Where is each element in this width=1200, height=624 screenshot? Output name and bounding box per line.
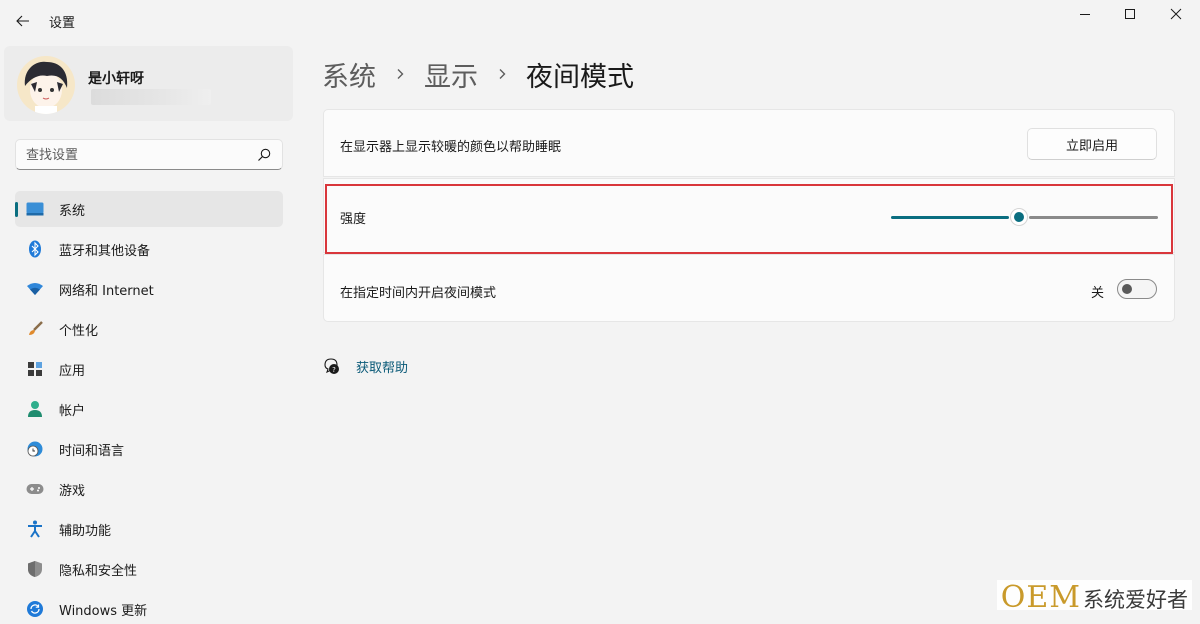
sidebar-item-label: 帐户 xyxy=(59,403,86,419)
close-button[interactable] xyxy=(1163,4,1189,24)
sidebar-item-label: 系统 xyxy=(59,203,86,219)
apps-icon xyxy=(25,359,45,379)
user-email-redacted xyxy=(91,89,211,105)
sidebar-nav: 系统 蓝牙和其他设备 网络和 Internet 个性化 应用 帐户 时间和语言 … xyxy=(15,191,283,624)
brush-icon xyxy=(25,319,45,339)
sidebar-item-label: 网络和 Internet xyxy=(59,283,154,299)
user-name: 是小轩呀 xyxy=(88,71,144,87)
account-icon xyxy=(25,399,45,419)
bluetooth-icon xyxy=(25,239,45,259)
globe-clock-icon xyxy=(25,439,45,459)
search-input[interactable] xyxy=(26,145,251,165)
toggle-state-label: 关 xyxy=(1090,286,1104,301)
watermark-logo: OEM 系统爱好者 xyxy=(996,580,1192,615)
enable-now-button[interactable]: 立即启用 xyxy=(1027,128,1157,160)
get-help-link[interactable]: 获取帮助 xyxy=(356,357,408,376)
shield-icon xyxy=(25,559,45,579)
wifi-icon xyxy=(25,279,45,299)
user-profile-card[interactable]: 是小轩呀 xyxy=(4,46,293,121)
sidebar-item-accounts[interactable]: 帐户 xyxy=(15,391,283,427)
highlight-box xyxy=(325,184,1173,254)
maximize-button[interactable] xyxy=(1117,4,1143,24)
arrow-left-icon xyxy=(16,15,29,27)
night-light-description: 在显示器上显示较暖的颜色以帮助睡眠 xyxy=(340,140,562,155)
update-icon xyxy=(25,599,45,619)
gamepad-icon xyxy=(25,479,45,499)
sidebar-item-privacy[interactable]: 隐私和安全性 xyxy=(15,551,283,587)
sidebar-item-label: 辅助功能 xyxy=(59,523,112,539)
close-icon xyxy=(1170,8,1182,20)
help-chat-icon: ? xyxy=(324,358,339,374)
sidebar-item-label: 游戏 xyxy=(59,483,86,499)
avatar xyxy=(17,56,75,114)
accessibility-icon xyxy=(25,519,45,539)
sidebar-item-label: 应用 xyxy=(59,363,86,379)
sidebar-item-label: 蓝牙和其他设备 xyxy=(59,243,151,259)
maximize-icon xyxy=(1125,9,1135,19)
minimize-icon xyxy=(1080,14,1090,15)
search-box[interactable] xyxy=(15,139,283,170)
sidebar-item-windows-update[interactable]: Windows 更新 xyxy=(15,591,283,624)
watermark-text: 系统爱好者 xyxy=(1083,588,1188,612)
sidebar-item-label: Windows 更新 xyxy=(59,603,148,619)
sidebar-item-bluetooth[interactable]: 蓝牙和其他设备 xyxy=(15,231,283,267)
breadcrumb-item-display[interactable]: 显示 xyxy=(424,55,478,94)
sidebar-item-personalization[interactable]: 个性化 xyxy=(15,311,283,347)
svg-text:?: ? xyxy=(332,366,336,374)
schedule-toggle[interactable] xyxy=(1117,279,1157,299)
breadcrumb-item-system[interactable]: 系统 xyxy=(322,55,376,94)
sidebar-item-label: 个性化 xyxy=(59,323,99,339)
sidebar-item-time-language[interactable]: 时间和语言 xyxy=(15,431,283,467)
minimize-button[interactable] xyxy=(1072,4,1098,24)
night-light-enable-card: 在显示器上显示较暖的颜色以帮助睡眠 立即启用 xyxy=(323,109,1175,177)
system-icon xyxy=(25,199,45,219)
sidebar-item-apps[interactable]: 应用 xyxy=(15,351,283,387)
sidebar-item-accessibility[interactable]: 辅助功能 xyxy=(15,511,283,547)
sidebar-item-system[interactable]: 系统 xyxy=(15,191,283,227)
app-title: 设置 xyxy=(49,16,76,31)
sidebar-item-network[interactable]: 网络和 Internet xyxy=(15,271,283,307)
title-bar: 设置 xyxy=(0,0,1200,42)
back-button[interactable] xyxy=(10,8,36,34)
breadcrumb: 系统 显示 夜间模式 xyxy=(322,54,634,94)
sidebar-item-label: 隐私和安全性 xyxy=(59,563,138,579)
chevron-right-icon xyxy=(499,69,506,79)
schedule-label: 在指定时间内开启夜间模式 xyxy=(340,286,497,301)
get-help[interactable]: ? 获取帮助 xyxy=(322,356,408,376)
watermark-brand: OEM xyxy=(1000,580,1081,615)
chevron-right-icon xyxy=(397,69,404,79)
search-icon[interactable] xyxy=(256,147,272,163)
schedule-card: 在指定时间内开启夜间模式 关 xyxy=(323,254,1175,322)
sidebar-item-label: 时间和语言 xyxy=(59,443,125,459)
page-title: 夜间模式 xyxy=(526,61,634,93)
sidebar-item-gaming[interactable]: 游戏 xyxy=(15,471,283,507)
